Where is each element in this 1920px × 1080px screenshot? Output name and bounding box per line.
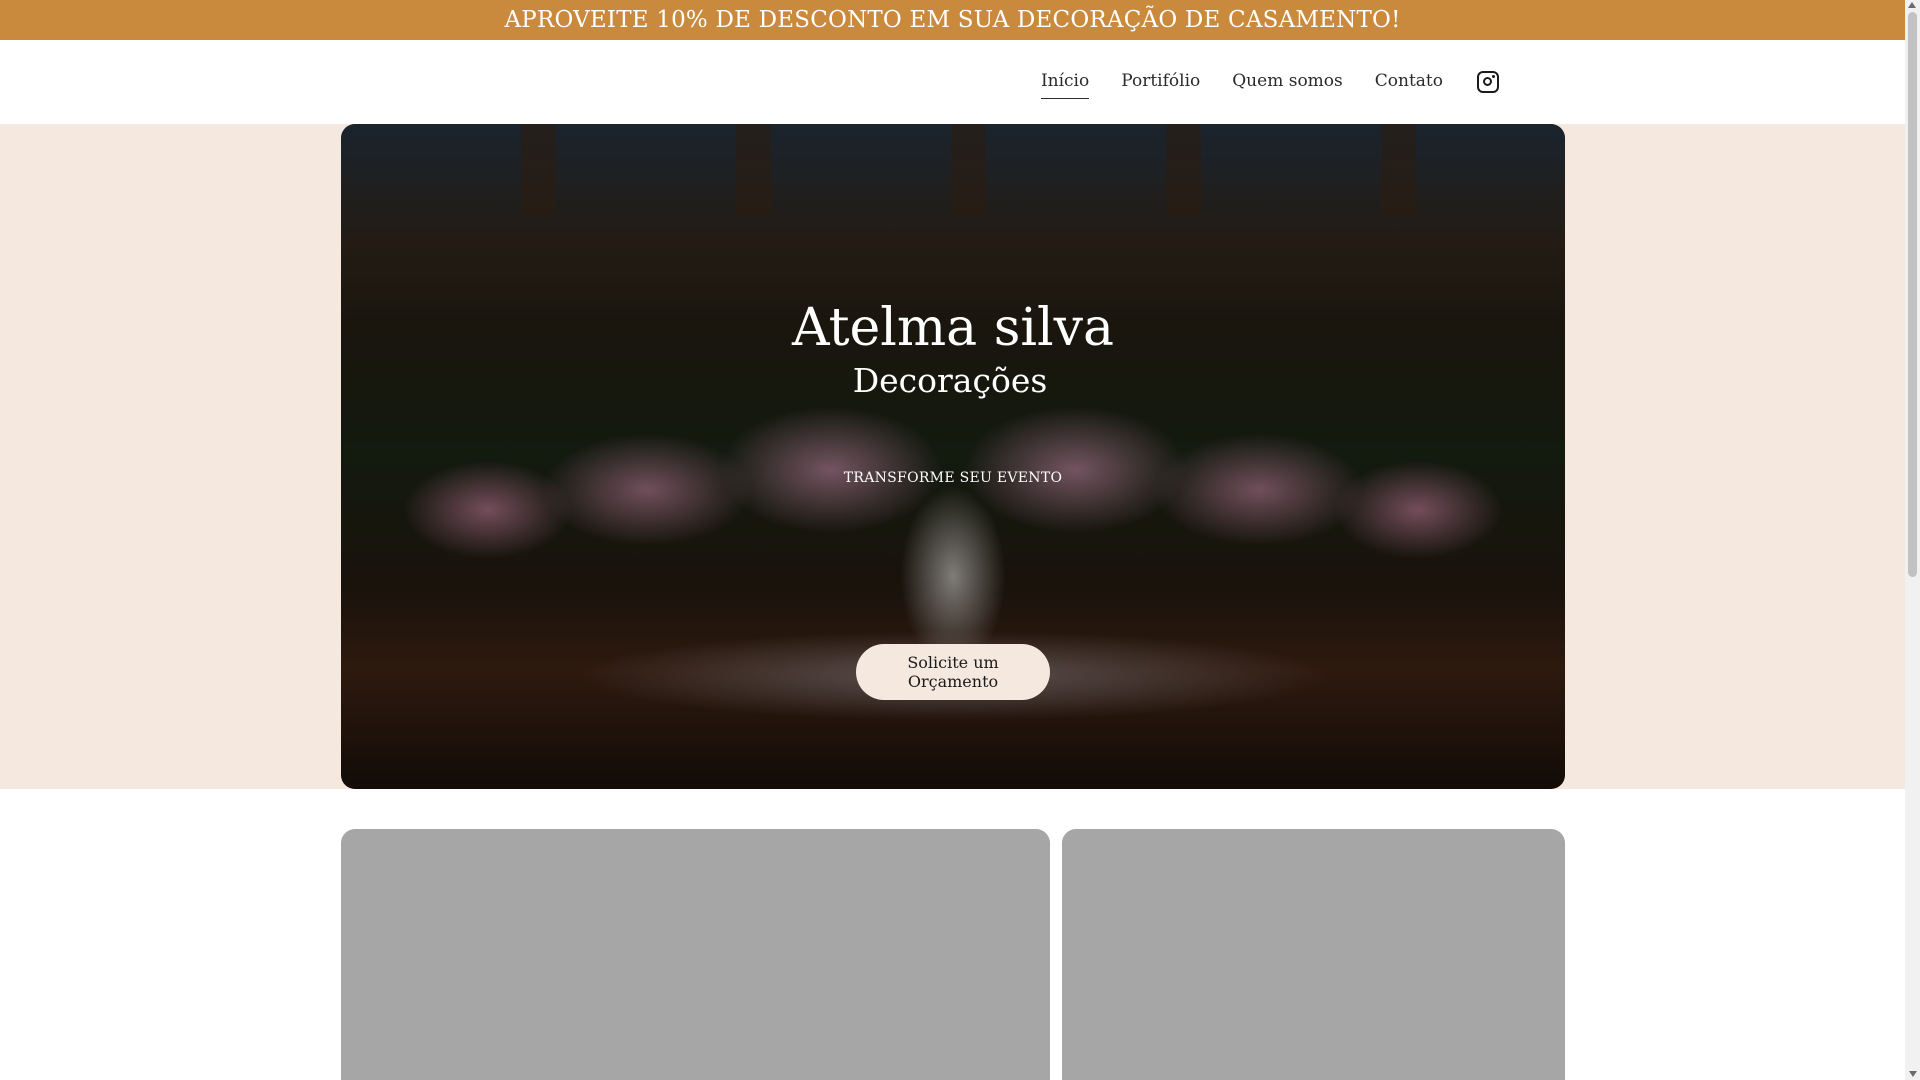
- nav-link-contato[interactable]: Contato: [1375, 71, 1443, 93]
- image-card-left: [341, 829, 1050, 1080]
- promo-banner-text: APROVEITE 10% DE DESCONTO EM SUA DECORAÇ…: [504, 7, 1401, 33]
- promo-banner: APROVEITE 10% DE DESCONTO EM SUA DECORAÇ…: [0, 0, 1905, 40]
- nav-link-quem-somos[interactable]: Quem somos: [1232, 71, 1343, 93]
- nav-link-inicio[interactable]: Início: [1040, 71, 1090, 99]
- nav-links: Início Portifólio Quem somos Contato: [1040, 40, 1499, 124]
- hero-content: Atelma silva Decorações TRANSFORME SEU E…: [341, 124, 1565, 789]
- nav-link-portifolio[interactable]: Portifólio: [1121, 71, 1200, 93]
- hero-subtitle: Decorações: [852, 361, 1048, 400]
- scroll-up-icon[interactable]: [1908, 2, 1916, 8]
- scrollbar-thumb[interactable]: [1908, 12, 1917, 577]
- image-card-right: [1062, 829, 1565, 1080]
- top-navigation: Início Portifólio Quem somos Contato: [0, 40, 1905, 124]
- scroll-down-icon[interactable]: [1908, 1071, 1917, 1077]
- hero-title: Atelma silva: [791, 298, 1115, 358]
- hero-tagline: TRANSFORME SEU EVENTO: [843, 470, 1063, 486]
- instagram-icon[interactable]: [1477, 71, 1499, 93]
- page: APROVEITE 10% DE DESCONTO EM SUA DECORAÇ…: [0, 0, 1905, 1080]
- request-quote-button[interactable]: Solicite um Orçamento: [856, 644, 1050, 700]
- hero-section: Atelma silva Decorações TRANSFORME SEU E…: [341, 124, 1565, 789]
- vertical-scrollbar[interactable]: [1905, 0, 1920, 1080]
